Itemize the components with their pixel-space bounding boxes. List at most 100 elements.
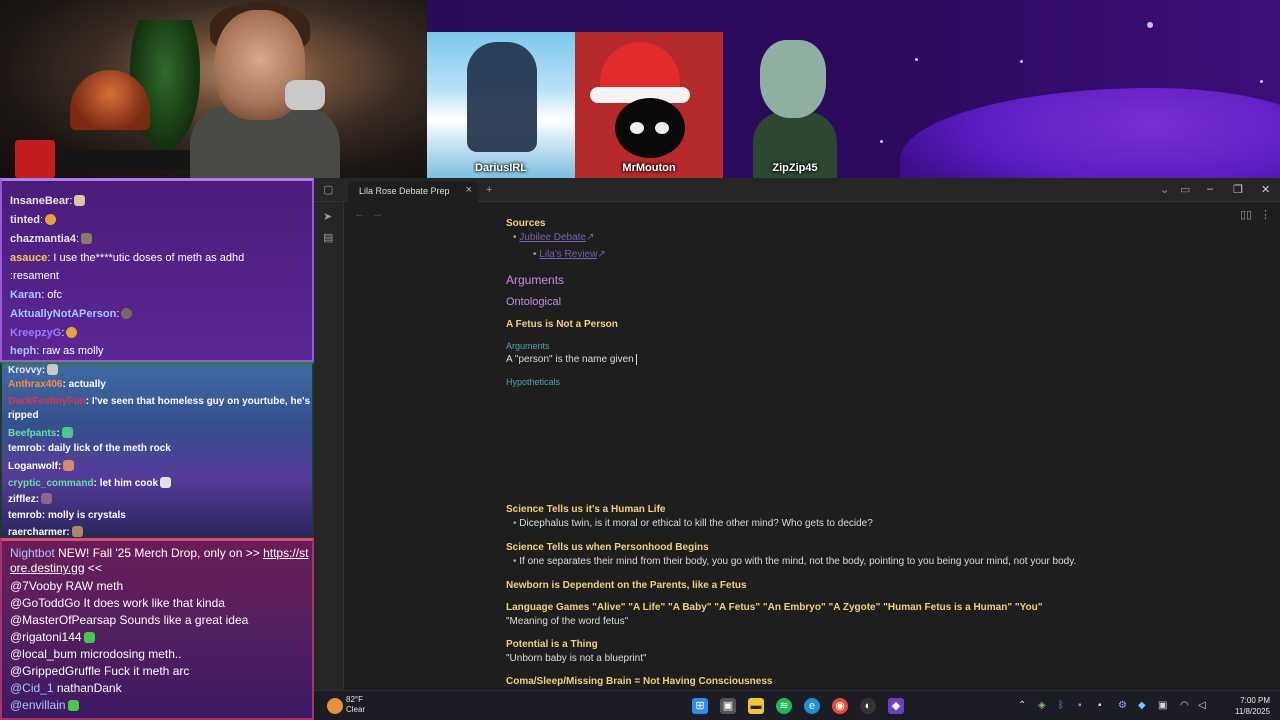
chat-message: @GoToddGo It does work like that kinda bbox=[10, 596, 312, 610]
chrome-icon[interactable]: ◉ bbox=[832, 698, 848, 714]
layout-icon[interactable]: ▭ bbox=[1180, 184, 1190, 196]
chat-text: actually bbox=[65, 379, 106, 390]
panel-icon[interactable]: ▤ bbox=[323, 232, 333, 244]
chat-username: @MasterOfPearsap bbox=[10, 613, 117, 627]
chat-message: cryptic_command: let him cook bbox=[8, 477, 310, 489]
chat-username: cryptic_command bbox=[8, 478, 94, 489]
sidebar-toggle-icon[interactable]: ▢ bbox=[323, 184, 333, 196]
left-ribbon: ➤ ▤ bbox=[314, 202, 344, 690]
unborn-line: "Unborn baby is not a blueprint" bbox=[506, 653, 647, 664]
external-link-icon: ↗ bbox=[597, 249, 606, 260]
file-explorer-icon[interactable]: ▬ bbox=[748, 698, 764, 714]
app-tray-icon[interactable]: ▣ bbox=[1158, 700, 1167, 711]
weather-icon bbox=[327, 698, 343, 714]
jubilee-debate-link[interactable]: Jubilee Debate bbox=[519, 232, 586, 243]
chat-text: << bbox=[84, 561, 102, 575]
chat-username: @local_bum bbox=[10, 647, 77, 661]
app-tray-icon[interactable]: ▪ bbox=[1098, 700, 1102, 711]
chat-message: @MasterOfPearsap Sounds like a great ide… bbox=[10, 613, 312, 627]
chat-username: tinted bbox=[10, 214, 40, 226]
maximize-icon[interactable]: ❐ bbox=[1233, 183, 1243, 196]
chat-text: daily lick of the meth rock bbox=[45, 443, 171, 454]
chat-text: ripped bbox=[8, 410, 39, 421]
star bbox=[1147, 22, 1153, 28]
volume-icon[interactable]: ◁ bbox=[1198, 700, 1206, 711]
purple-cloud bbox=[900, 88, 1280, 178]
start-icon[interactable]: ⊞ bbox=[692, 698, 708, 714]
emote-icon bbox=[74, 195, 86, 206]
spotify-icon[interactable]: ≋ bbox=[776, 698, 792, 714]
chat-username: KreepzyG bbox=[10, 327, 62, 339]
app-tray-icon[interactable]: ▪ bbox=[1078, 700, 1082, 711]
obsidian-icon[interactable]: ◆ bbox=[888, 698, 904, 714]
list-item: • Lila's Review↗ bbox=[533, 249, 606, 260]
meaning-line: "Meaning of the word fetus" bbox=[506, 616, 629, 627]
person-line-text: A "person" is the name given bbox=[506, 354, 634, 365]
chat-message: Beefpants: bbox=[8, 427, 310, 439]
emote-icon bbox=[45, 214, 57, 225]
task-view-icon[interactable]: ▣ bbox=[720, 698, 736, 714]
close-icon[interactable]: × bbox=[466, 184, 472, 196]
chat-message: Krovvy: bbox=[8, 364, 310, 376]
chat-username: InsaneBear bbox=[10, 195, 70, 207]
emote-icon bbox=[61, 427, 73, 438]
app-tray-icon[interactable]: ◆ bbox=[1138, 700, 1146, 711]
steam-icon[interactable]: ⚙ bbox=[1118, 700, 1127, 711]
bluetooth-icon[interactable]: ᛒ bbox=[1058, 700, 1064, 711]
wifi-icon[interactable]: ◠ bbox=[1180, 700, 1189, 711]
clock-time: 7:00 PM bbox=[1240, 696, 1270, 705]
chat-username: temrob bbox=[8, 443, 42, 454]
participant-tile-3: ZipZip45 bbox=[735, 32, 855, 178]
participant-name: DariusIRL bbox=[475, 162, 527, 174]
emote-icon bbox=[41, 493, 53, 504]
chat-username: Nightbot bbox=[10, 546, 55, 560]
back-arrow-icon[interactable]: ← bbox=[354, 208, 365, 220]
chat-username: @7Vooby bbox=[10, 579, 63, 593]
sources-heading: Sources bbox=[506, 218, 546, 229]
close-window-icon[interactable]: ✕ bbox=[1261, 183, 1270, 196]
temperature: 82°F bbox=[346, 695, 363, 704]
minimize-icon[interactable]: – bbox=[1207, 183, 1213, 195]
chat-username: @rigatoni144 bbox=[10, 630, 82, 644]
participant-name: MrMouton bbox=[622, 162, 676, 174]
tab-title: Lila Rose Debate Prep bbox=[359, 186, 450, 196]
chat-message: @rigatoni144 bbox=[10, 630, 312, 644]
chat-username: Krovvy bbox=[8, 365, 42, 376]
chevron-down-icon[interactable]: ⌄ bbox=[1160, 184, 1169, 196]
participant-tile-1: DariusIRL bbox=[427, 32, 575, 178]
chevron-up-icon[interactable]: ⌃ bbox=[1018, 700, 1026, 711]
chat-message: @envillain bbox=[10, 698, 312, 712]
nvidia-icon[interactable]: ◈ bbox=[1038, 700, 1046, 711]
emote-icon bbox=[66, 327, 78, 338]
person-line[interactable]: A "person" is the name given bbox=[506, 354, 640, 365]
obsidian-window: ▢ Lila Rose Debate Prep × + ⌄ ▭ – ❐ ✕ ➤ … bbox=[314, 178, 1280, 690]
chat-text: let him cook bbox=[96, 478, 159, 489]
chat-message: @GrippedGruffle Fuck it meth arc bbox=[10, 664, 312, 678]
windows-taskbar: 82°F Clear ⊞ ▣ ▬ ≋ e ◉ ◐ ◆ ⌃ ◈ ᛒ ▪ ▪ ⚙ ◆ … bbox=[314, 690, 1280, 720]
emote-icon bbox=[63, 460, 75, 471]
chat-username: Anthrax406 bbox=[8, 379, 63, 390]
send-icon[interactable]: ➤ bbox=[323, 211, 332, 223]
lilas-review-link[interactable]: Lila's Review bbox=[539, 249, 597, 260]
chat-message: chazmantia4: bbox=[10, 233, 312, 245]
new-tab-icon[interactable]: + bbox=[486, 184, 492, 196]
avatar-eye bbox=[655, 122, 669, 134]
tab-lila-rose[interactable]: Lila Rose Debate Prep × bbox=[348, 181, 478, 202]
weather-widget[interactable]: 82°F Clear bbox=[346, 695, 365, 715]
obs-icon[interactable]: ◐ bbox=[860, 698, 876, 714]
chat-message: ripped bbox=[8, 410, 310, 421]
edge-icon[interactable]: e bbox=[804, 698, 820, 714]
participant-avatar bbox=[615, 98, 685, 158]
forward-arrow-icon[interactable]: → bbox=[372, 208, 383, 220]
note-editor[interactable]: Sources • Jubilee Debate↗ • Lila's Revie… bbox=[506, 218, 1266, 688]
chat-username: zifflez bbox=[8, 494, 36, 505]
santa-hat bbox=[600, 42, 680, 92]
heading-potential: Potential is a Thing bbox=[506, 639, 598, 650]
chat-message: heph: raw as molly bbox=[10, 345, 104, 357]
chat-message: temrob: daily lick of the meth rock bbox=[8, 443, 171, 454]
chat-text: Fuck it meth arc bbox=[100, 664, 190, 678]
chat-message: KreepzyG: bbox=[10, 327, 312, 339]
system-clock[interactable]: 7:00 PM 11/8/2025 bbox=[1235, 695, 1270, 717]
chat-message: Nightbot NEW! Fall '25 Merch Drop, only … bbox=[10, 546, 312, 576]
chat-message: asauce: I use the****utic doses of meth … bbox=[10, 252, 245, 264]
